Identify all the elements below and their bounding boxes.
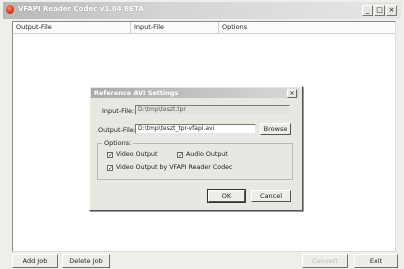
convert-button[interactable]: Convert (302, 254, 348, 268)
output-file-label: Output-File: (98, 126, 136, 134)
video-output-label: Video Output (116, 151, 158, 158)
column-header-input-file[interactable]: Input-File (131, 22, 219, 33)
reference-avi-settings-dialog: Reference AVI Settings × Input-File: D:\… (89, 86, 303, 211)
audio-output-label: Audio Output (186, 151, 228, 158)
video-output-checkbox[interactable]: ✓ Video Output (107, 151, 158, 158)
close-button[interactable]: × (386, 5, 397, 16)
checkbox-check-icon: ✓ (107, 151, 114, 159)
input-file-label: Input-File: (102, 107, 135, 115)
window-title: VFAPI Reader Codec v1.04 BETA (18, 5, 144, 13)
window-controls: _ □ × (362, 5, 397, 16)
exit-button[interactable]: Exit (354, 254, 398, 268)
delete-job-button[interactable]: Delete Job (62, 254, 110, 268)
add-job-button[interactable]: Add Job (12, 254, 58, 268)
column-header-options[interactable]: Options (219, 22, 395, 33)
checkbox-check-icon: ✓ (177, 151, 184, 159)
browse-button[interactable]: Browse (260, 123, 291, 135)
app-icon (6, 5, 14, 14)
title-bar: VFAPI Reader Codec v1.04 BETA _ □ × (3, 2, 401, 19)
video-output-by-vfapi-label: Video Output by VFAPI Reader Codec (116, 164, 233, 171)
dialog-title-bar: Reference AVI Settings × (91, 88, 299, 98)
audio-output-checkbox[interactable]: ✓ Audio Output (177, 151, 228, 158)
input-file-field[interactable]: D:\tmp\teszt.tpr (135, 105, 290, 115)
video-output-by-vfapi-checkbox[interactable]: ✓ Video Output by VFAPI Reader Codec (107, 164, 232, 171)
minimize-button[interactable]: _ (362, 5, 373, 16)
column-header-output-file[interactable]: Output-File (13, 22, 131, 33)
checkbox-check-icon: ✓ (107, 164, 114, 172)
dialog-title: Reference AVI Settings (94, 89, 179, 97)
ok-button[interactable]: OK (207, 189, 246, 203)
options-group: Options: ✓ Video Output ✓ Audio Output ✓… (97, 139, 293, 180)
job-list-header: Output-File Input-File Options (13, 22, 395, 34)
cancel-button[interactable]: Cancel (251, 190, 291, 202)
options-label: Options: (102, 139, 134, 147)
output-file-field[interactable]: D:\tmp\teszt_tpr-vfapi.avi (135, 124, 256, 134)
maximize-button[interactable]: □ (374, 5, 385, 16)
dialog-close-button[interactable]: × (287, 89, 297, 98)
